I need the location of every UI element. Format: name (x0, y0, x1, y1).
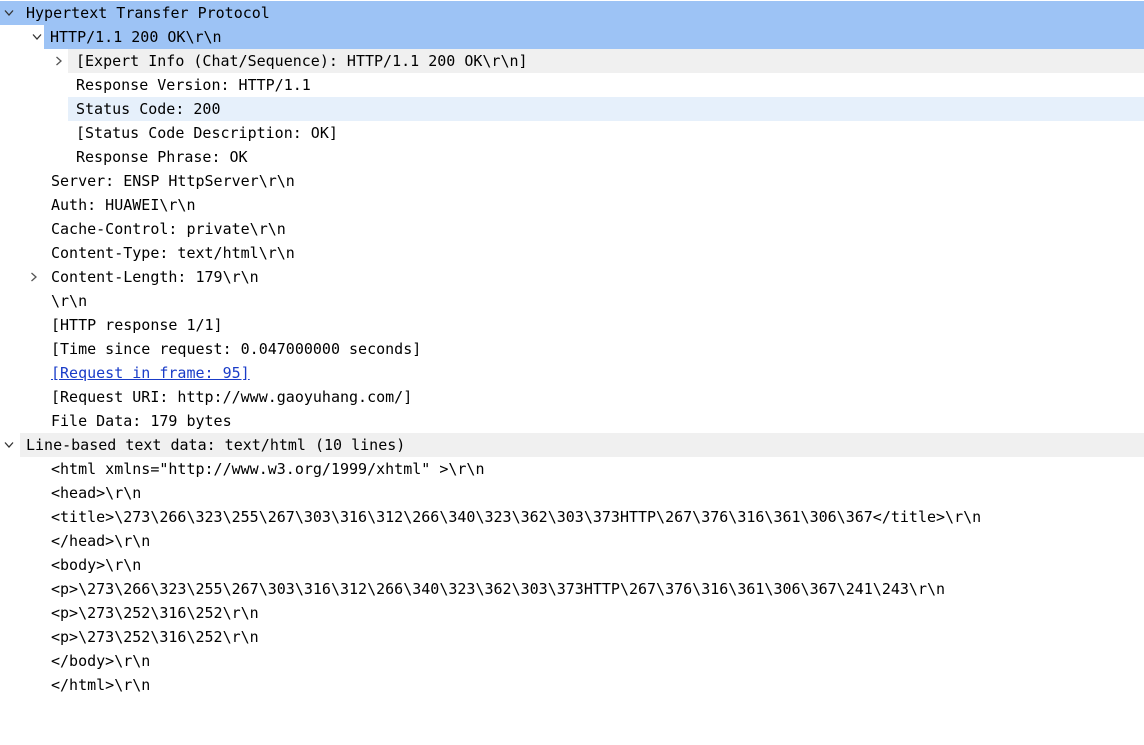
text-line[interactable]: <html xmlns="http://www.w3.org/1999/xhtm… (0, 457, 1144, 481)
text-line-content: <p>\273\252\316\252\r\n (51, 604, 259, 622)
tree-node-response-version[interactable]: Response Version: HTTP/1.1 (0, 73, 1144, 97)
text-line[interactable]: <p>\273\252\316\252\r\n (0, 601, 1144, 625)
text-line[interactable]: </html>\r\n (0, 673, 1144, 697)
tree-node-label: Content-Length: 179\r\n (51, 268, 259, 286)
text-line-content: <title>\273\266\323\255\267\303\316\312\… (51, 508, 982, 526)
chevron-down-icon[interactable] (2, 433, 16, 457)
tree-node-label: Status Code: 200 (76, 100, 221, 118)
tree-node-label: [Request URI: http://www.gaoyuhang.com/] (51, 388, 413, 406)
text-line[interactable]: <body>\r\n (0, 553, 1144, 577)
tree-node-expert-info[interactable]: [Expert Info (Chat/Sequence): HTTP/1.1 2… (56, 49, 1144, 73)
tree-node-label: Hypertext Transfer Protocol (26, 4, 270, 22)
tree-node-label: \r\n (51, 292, 88, 310)
text-line-content: </head>\r\n (51, 532, 151, 550)
tree-node-label: Cache-Control: private\r\n (51, 220, 286, 238)
tree-node-cache-control[interactable]: Cache-Control: private\r\n (0, 217, 1144, 241)
tree-node-request-uri[interactable]: [Request URI: http://www.gaoyuhang.com/] (0, 385, 1144, 409)
text-line[interactable]: <head>\r\n (0, 481, 1144, 505)
tree-node-label: Line-based text data: text/html (10 line… (26, 436, 406, 454)
tree-node-response-phrase[interactable]: Response Phrase: OK (0, 145, 1144, 169)
tree-node-label: [Status Code Description: OK] (76, 124, 338, 142)
chevron-right-icon[interactable] (27, 265, 41, 289)
text-line-content: </body>\r\n (51, 652, 151, 670)
tree-node-crlf[interactable]: \r\n (0, 289, 1144, 313)
text-line-content: <body>\r\n (51, 556, 142, 574)
chevron-down-icon[interactable] (30, 25, 44, 49)
packet-details-tree: Hypertext Transfer Protocol HTTP/1.1 200… (0, 0, 1144, 712)
tree-node-label: [Time since request: 0.047000000 seconds… (51, 340, 422, 358)
chevron-down-icon[interactable] (2, 1, 16, 25)
text-line[interactable]: <p>\273\266\323\255\267\303\316\312\266\… (0, 577, 1144, 601)
tree-node-label: Response Phrase: OK (76, 148, 248, 166)
tree-node-label: [HTTP response 1/1] (51, 316, 223, 334)
text-line-content: <p>\273\266\323\255\267\303\316\312\266\… (51, 580, 946, 598)
tree-node-label: Server: ENSP HttpServer\r\n (51, 172, 295, 190)
tree-node-label: Content-Type: text/html\r\n (51, 244, 295, 262)
tree-node-auth[interactable]: Auth: HUAWEI\r\n (0, 193, 1144, 217)
text-line[interactable]: <title>\273\266\323\255\267\303\316\312\… (0, 505, 1144, 529)
tree-node-label: [Expert Info (Chat/Sequence): HTTP/1.1 2… (76, 52, 528, 70)
tree-node-label: Response Version: HTTP/1.1 (76, 76, 311, 94)
text-line[interactable]: </head>\r\n (0, 529, 1144, 553)
tree-node-label: HTTP/1.1 200 OK\r\n (50, 28, 222, 46)
text-line-content: <head>\r\n (51, 484, 142, 502)
text-line[interactable]: </body>\r\n (0, 649, 1144, 673)
request-in-frame-link[interactable]: [Request in frame: 95] (51, 361, 250, 385)
tree-node-status-code-description[interactable]: [Status Code Description: OK] (0, 121, 1144, 145)
tree-node-request-in-frame[interactable]: [Request in frame: 95] (0, 361, 1144, 385)
tree-node-content-length[interactable]: Content-Length: 179\r\n (0, 265, 1144, 289)
text-line-content: <html xmlns="http://www.w3.org/1999/xhtm… (51, 460, 485, 478)
text-line-content: <p>\273\252\316\252\r\n (51, 628, 259, 646)
tree-node-http-response[interactable]: [HTTP response 1/1] (0, 313, 1144, 337)
tree-node-status-code[interactable]: Status Code: 200 (68, 97, 1144, 121)
tree-node-content-type[interactable]: Content-Type: text/html\r\n (0, 241, 1144, 265)
text-line[interactable]: <p>\273\252\316\252\r\n (0, 625, 1144, 649)
tree-node-label: Auth: HUAWEI\r\n (51, 196, 196, 214)
tree-node-server[interactable]: Server: ENSP HttpServer\r\n (0, 169, 1144, 193)
tree-node-http[interactable]: Hypertext Transfer Protocol (0, 1, 1144, 25)
tree-node-line-based-text[interactable]: Line-based text data: text/html (10 line… (4, 433, 1144, 457)
tree-node-time-since-request[interactable]: [Time since request: 0.047000000 seconds… (0, 337, 1144, 361)
tree-node-file-data[interactable]: File Data: 179 bytes (0, 409, 1144, 433)
chevron-right-icon[interactable] (52, 49, 66, 73)
tree-node-status-line[interactable]: HTTP/1.1 200 OK\r\n (32, 25, 1144, 49)
tree-node-label: File Data: 179 bytes (51, 412, 232, 430)
text-line-content: </html>\r\n (51, 676, 151, 694)
